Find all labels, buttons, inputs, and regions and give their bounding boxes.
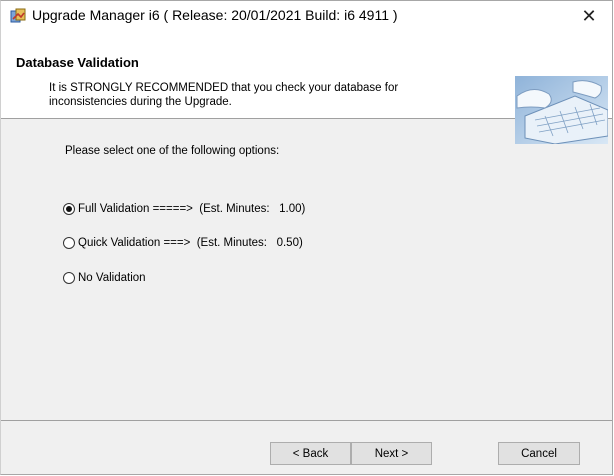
page-description: It is STRONGLY RECOMMENDED that you chec… [49, 82, 399, 108]
cancel-button[interactable]: Cancel [498, 442, 580, 465]
radio-no-validation[interactable] [63, 272, 75, 284]
option-quick-validation[interactable]: Quick Validation ===> (Est. Minutes: 0.5… [63, 235, 303, 251]
wizard-header: Database Validation It is STRONGLY RECOM… [1, 31, 612, 144]
next-button[interactable]: Next > [351, 442, 432, 465]
option-no-validation[interactable]: No Validation [63, 270, 146, 286]
page-title: Database Validation [16, 55, 139, 70]
option-label: No Validation [78, 272, 146, 284]
close-button[interactable]: ✕ [566, 1, 612, 31]
radio-full-validation[interactable] [63, 203, 75, 215]
footer-divider [1, 420, 612, 421]
wizard-content: Please select one of the following optio… [1, 119, 612, 419]
window-title: Upgrade Manager i6 ( Release: 20/01/2021… [32, 7, 398, 23]
option-label: Quick Validation ===> (Est. Minutes: 0.5… [78, 237, 303, 249]
installer-icon [10, 8, 26, 23]
installer-window: Upgrade Manager i6 ( Release: 20/01/2021… [0, 0, 613, 475]
title-bar[interactable]: Upgrade Manager i6 ( Release: 20/01/2021… [1, 1, 612, 31]
options-prompt: Please select one of the following optio… [65, 145, 280, 157]
radio-quick-validation[interactable] [63, 237, 75, 249]
back-button[interactable]: < Back [270, 442, 351, 465]
option-full-validation[interactable]: Full Validation =====> (Est. Minutes: 1.… [63, 201, 305, 217]
option-label: Full Validation =====> (Est. Minutes: 1.… [78, 203, 306, 215]
